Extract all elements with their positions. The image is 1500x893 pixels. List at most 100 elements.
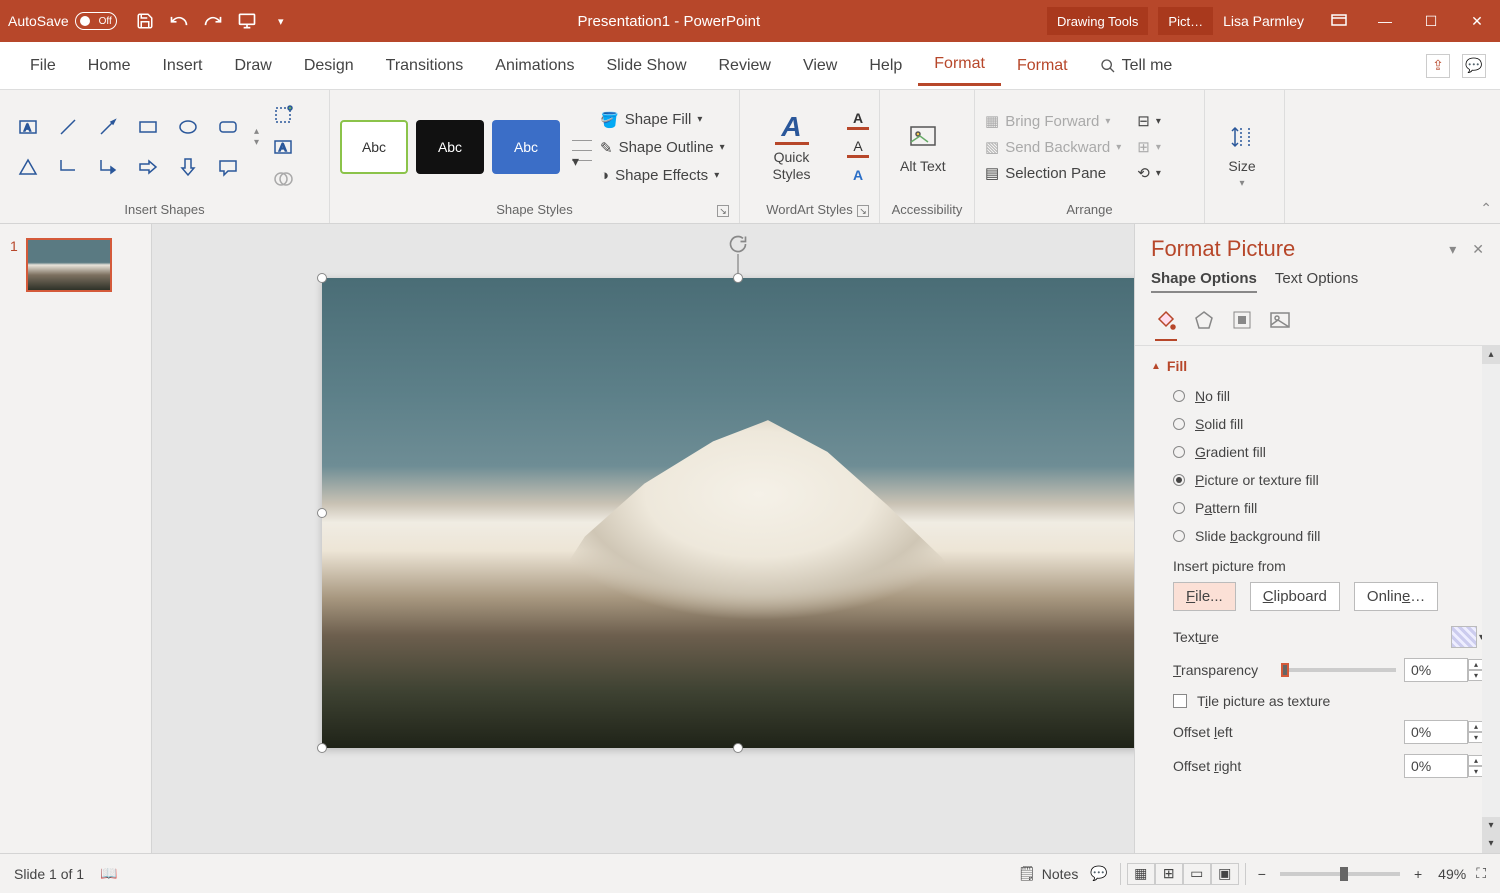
shape-rectangle-icon[interactable] [130, 109, 166, 145]
shapes-gallery[interactable]: A [10, 109, 246, 185]
undo-icon[interactable] [169, 11, 189, 31]
tab-format-picture[interactable]: Format [1001, 47, 1084, 85]
shape-rounded-rect-icon[interactable] [210, 109, 246, 145]
insert-from-clipboard-button[interactable]: Clipboard [1250, 582, 1340, 611]
tab-design[interactable]: Design [288, 47, 370, 85]
slideshow-view-button[interactable]: ▣ [1211, 863, 1239, 885]
texture-picker[interactable] [1451, 626, 1477, 648]
zoom-out-button[interactable]: − [1252, 866, 1272, 882]
selection-pane-button[interactable]: ▤Selection Pane [985, 164, 1121, 182]
style-gallery-more[interactable]: ▾ [572, 133, 592, 161]
shape-fill-button[interactable]: 🪣Shape Fill▾ [600, 111, 725, 129]
edit-shape-icon[interactable] [273, 105, 293, 125]
text-outline-icon[interactable]: A [847, 136, 869, 158]
shapes-more-icon[interactable]: ▴▾ [254, 126, 259, 148]
scroll-up-icon[interactable]: ▴ [1482, 346, 1500, 364]
shape-styles-launcher[interactable]: ↘ [717, 205, 729, 217]
quick-styles-button[interactable]: A Quick Styles [750, 111, 833, 183]
slide-canvas[interactable] [152, 224, 1134, 853]
reading-view-button[interactable]: ▭ [1183, 863, 1211, 885]
shape-elbow-icon[interactable] [50, 149, 86, 185]
autosave-control[interactable]: AutoSave Off [8, 12, 117, 30]
scroll-down2-icon[interactable]: ▾ [1482, 835, 1500, 853]
drawing-tools-context[interactable]: Drawing Tools [1047, 7, 1148, 35]
text-effects-icon[interactable]: A [847, 164, 869, 186]
style-preset-3[interactable]: Abc [492, 120, 560, 174]
redo-icon[interactable] [203, 11, 223, 31]
user-name[interactable]: Lisa Parmley [1223, 13, 1304, 29]
tab-help[interactable]: Help [853, 47, 918, 85]
pattern-fill-radio[interactable]: Pattern fill [1151, 494, 1484, 522]
zoom-slider[interactable] [1280, 872, 1400, 876]
shape-options-tab[interactable]: Shape Options [1151, 270, 1257, 293]
shape-textbox-icon[interactable]: A [10, 109, 46, 145]
shape-block-arrow-icon[interactable] [130, 149, 166, 185]
qat-more-icon[interactable]: ▾ [271, 11, 291, 31]
rotate-button[interactable]: ⟲▾ [1137, 164, 1161, 182]
shape-effects-button[interactable]: ◑Shape Effects▾ [600, 167, 725, 184]
shape-down-arrow-icon[interactable] [170, 149, 206, 185]
rotation-handle[interactable] [728, 234, 748, 254]
group-button[interactable]: ⊞▾ [1137, 138, 1161, 156]
share-icon[interactable]: ⇪ [1426, 54, 1450, 78]
resize-handle-bm[interactable] [733, 743, 743, 753]
offset-left-value[interactable]: 0% [1404, 720, 1468, 744]
resize-handle-tl[interactable] [317, 273, 327, 283]
send-backward-button[interactable]: ▧Send Backward▾ [985, 138, 1121, 156]
selected-picture[interactable] [322, 278, 1134, 748]
sorter-view-button[interactable]: ⊞ [1155, 863, 1183, 885]
pane-options-icon[interactable]: ▾ [1449, 241, 1456, 258]
solid-fill-radio[interactable]: Solid fill [1151, 410, 1484, 438]
tab-home[interactable]: Home [72, 47, 147, 85]
tab-view[interactable]: View [787, 47, 853, 85]
shape-arrow-line-icon[interactable] [90, 109, 126, 145]
slide-thumbnail-1[interactable]: 1 [10, 238, 141, 292]
notes-button[interactable]: 🗒Notes [1018, 865, 1078, 882]
fill-section-header[interactable]: ▲Fill [1151, 350, 1484, 382]
collapse-ribbon-icon[interactable]: ⌃ [1480, 200, 1492, 217]
shape-outline-button[interactable]: ✎Shape Outline▾ [600, 139, 725, 157]
autosave-toggle[interactable]: Off [75, 12, 117, 30]
slideshow-start-icon[interactable] [237, 11, 257, 31]
comments-button[interactable]: 💬 [1090, 865, 1107, 882]
save-icon[interactable] [135, 11, 155, 31]
wordart-launcher[interactable]: ↘ [857, 205, 869, 217]
pane-scrollbar[interactable]: ▴ ▾ ▾ [1482, 346, 1500, 853]
fill-line-category-icon[interactable] [1151, 305, 1181, 335]
insert-from-online-button[interactable]: Online… [1354, 582, 1438, 611]
tab-slideshow[interactable]: Slide Show [590, 47, 702, 85]
insert-from-file-button[interactable]: File... [1173, 582, 1236, 611]
slide-bg-fill-radio[interactable]: Slide background fill [1151, 522, 1484, 550]
tab-review[interactable]: Review [703, 47, 787, 85]
bring-forward-button[interactable]: ▦Bring Forward▾ [985, 112, 1121, 130]
merge-shapes-icon[interactable] [273, 169, 293, 189]
tab-format-drawing[interactable]: Format [918, 45, 1001, 86]
ribbon-display-icon[interactable] [1324, 13, 1354, 30]
comments-icon[interactable]: 💬 [1462, 54, 1486, 78]
resize-handle-ml[interactable] [317, 508, 327, 518]
align-button[interactable]: ⊟▾ [1137, 112, 1161, 130]
slide-counter[interactable]: Slide 1 of 1 [14, 866, 84, 882]
picture-category-icon[interactable] [1265, 305, 1295, 335]
tab-insert[interactable]: Insert [146, 47, 218, 85]
minimize-icon[interactable]: — [1370, 13, 1400, 30]
shape-triangle-icon[interactable] [10, 149, 46, 185]
tab-file[interactable]: File [14, 47, 72, 85]
tell-me-search[interactable]: Tell me [1084, 47, 1189, 85]
transparency-slider[interactable] [1281, 668, 1396, 672]
text-options-tab[interactable]: Text Options [1275, 270, 1358, 293]
pane-close-icon[interactable]: ✕ [1472, 241, 1484, 258]
shape-elbow-arrow-icon[interactable] [90, 149, 126, 185]
style-preset-1[interactable]: Abc [340, 120, 408, 174]
gradient-fill-radio[interactable]: Gradient fill [1151, 438, 1484, 466]
size-props-category-icon[interactable] [1227, 305, 1257, 335]
picture-fill-radio[interactable]: Picture or texture fill [1151, 466, 1484, 494]
size-button[interactable]: Size ▾ [1215, 120, 1269, 189]
alt-text-button[interactable]: Alt Text [890, 120, 956, 175]
text-fill-icon[interactable]: A [847, 108, 869, 130]
scroll-down-icon[interactable]: ▾ [1482, 817, 1500, 835]
spellcheck-icon[interactable]: 📖 [100, 865, 117, 882]
effects-category-icon[interactable] [1189, 305, 1219, 335]
tab-draw[interactable]: Draw [218, 47, 287, 85]
tab-transitions[interactable]: Transitions [370, 47, 480, 85]
